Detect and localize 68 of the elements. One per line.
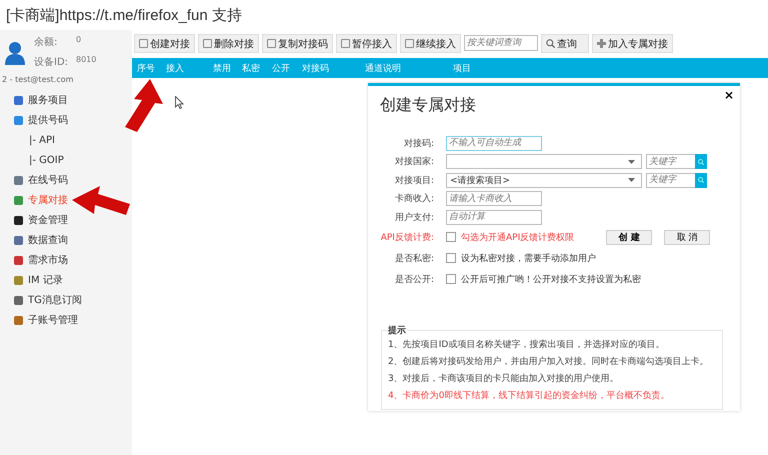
search-icon: [698, 158, 704, 165]
sidebar-item[interactable]: 在线号码: [0, 170, 132, 190]
search-icon: [546, 39, 555, 48]
toolbar-button[interactable]: 继续接入: [400, 34, 461, 53]
toolbar-button[interactable]: 暂停接入: [336, 34, 397, 53]
close-button[interactable]: ×: [724, 88, 734, 102]
dropdown[interactable]: [446, 154, 642, 170]
sidebar-item[interactable]: 专属对接: [0, 190, 132, 210]
arrow-drawing: [72, 186, 130, 215]
toolbar-button[interactable]: 复制对接码: [262, 34, 333, 53]
dropdown[interactable]: <请搜索项目>: [446, 172, 642, 188]
device-label: 设备ID:: [34, 56, 70, 69]
checkbox[interactable]: [446, 232, 456, 242]
cursor-icon: [175, 96, 184, 109]
sidebar-item[interactable]: 服务项目: [0, 90, 132, 110]
sidebar-item[interactable]: TG消息订阅: [0, 290, 132, 310]
checkbox[interactable]: [446, 274, 456, 284]
keyword-field[interactable]: 关键字: [646, 154, 695, 170]
hint-text: 4、卡商价为0即线下结算，线下结算引起的资金纠纷，平台概不负责。: [388, 390, 670, 403]
checkbox-label: 勾选为开通API反馈计费权限: [461, 232, 574, 244]
sidebar-item[interactable]: IM 记录: [0, 270, 132, 290]
dialog-button[interactable]: 创 建: [606, 230, 652, 244]
search-button[interactable]: [695, 154, 707, 170]
query-button[interactable]: 查询: [541, 34, 589, 53]
user-email: 2 - test@test.com: [1, 74, 74, 86]
field-label: 卡商收入:: [394, 192, 435, 206]
field-label: 对接国家:: [394, 156, 435, 168]
checkbox[interactable]: [446, 253, 456, 263]
field-label: API反馈计费:: [380, 232, 435, 244]
checkbox-label: 公开后可推广哟！公开对接不支持设置为私密: [461, 274, 641, 286]
sidebar-subitem[interactable]: |- GOIP: [0, 150, 132, 170]
search-button[interactable]: [695, 172, 707, 188]
sidebar-subitem[interactable]: |- API: [0, 130, 132, 150]
sidebar-item[interactable]: 提供号码: [0, 110, 132, 130]
hint-text: 3、对接后，卡商该项目的卡只能由加入对接的用户使用。: [388, 372, 620, 386]
balance-value: 0: [76, 35, 82, 46]
window-title: [卡商端]https://t.me/firefox_fun 支持: [6, 6, 242, 24]
sidebar-item[interactable]: 需求市场: [0, 250, 132, 270]
sidebar-item[interactable]: 数据查询: [0, 230, 132, 250]
field-label: 是否公开:: [394, 274, 435, 286]
search-field[interactable]: 按关键词查询: [464, 35, 538, 51]
dialog-button[interactable]: 取 消: [664, 230, 710, 244]
plus-icon: [597, 39, 606, 48]
avatar-icon: [4, 41, 26, 65]
field-label: 对接码:: [402, 138, 435, 150]
hint-text: 2、创建后将对接码发给用户，并由用户加入对接。同时在卡商端勾选项目上卡。: [388, 356, 710, 369]
field-label: 是否私密:: [394, 252, 435, 264]
keyword-field[interactable]: 关键字: [646, 172, 695, 188]
balance-label: 余额:: [34, 36, 58, 49]
toolbar-button[interactable]: 删除对接: [198, 34, 259, 53]
dialog-title: 创建专属对接: [380, 95, 476, 114]
text-field[interactable]: 自动计算: [446, 210, 542, 225]
field-label: 对接项目:: [394, 174, 435, 187]
toolbar-button[interactable]: 创建对接: [134, 34, 195, 53]
hint-text: 1、先按项目ID或项目名称关键字，搜索出项目，并选择对应的项目。: [388, 338, 666, 352]
device-value: 8010: [76, 55, 96, 66]
join-button[interactable]: 加入专属对接: [592, 34, 673, 53]
arrow-drawing: [125, 79, 163, 132]
sidebar-item[interactable]: 资金管理: [0, 210, 132, 230]
text-field[interactable]: 请输入卡商收入: [446, 191, 542, 206]
text-field[interactable]: 不输入可自动生成: [446, 136, 542, 151]
sidebar-item[interactable]: 子账号管理: [0, 310, 132, 330]
caret-icon: [628, 160, 635, 164]
search-icon: [698, 177, 704, 184]
checkbox-label: 设为私密对接，需要手动添加用户: [461, 252, 596, 264]
caret-icon: [628, 178, 635, 182]
field-label: 用户支付:: [394, 212, 435, 224]
hints-title: 提示: [387, 324, 407, 337]
